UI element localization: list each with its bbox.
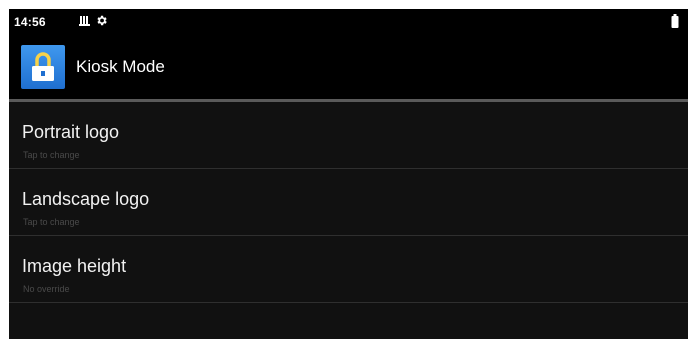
battery-icon xyxy=(671,14,679,28)
pref-summary: No override xyxy=(23,284,70,294)
pref-title: Portrait logo xyxy=(22,122,120,142)
lock-icon xyxy=(32,52,54,81)
pref-title: Landscape logo xyxy=(22,189,150,209)
pref-landscape-logo[interactable]: Landscape logo Tap to change xyxy=(9,169,688,236)
preference-list: Portrait logo Tap to change Landscape lo… xyxy=(9,102,688,303)
app-icon xyxy=(21,45,65,89)
action-bar: Kiosk Mode xyxy=(9,35,688,102)
notification-icon xyxy=(79,16,90,26)
pref-portrait-logo[interactable]: Portrait logo Tap to change xyxy=(9,102,688,169)
settings-icon xyxy=(97,15,107,26)
pref-summary: Tap to change xyxy=(23,217,80,227)
app-title: Kiosk Mode xyxy=(76,57,165,76)
device-screen: 14:56 Kiosk Mode Portrait logo Tap to ch… xyxy=(9,9,688,339)
pref-image-height[interactable]: Image height No override xyxy=(9,236,688,303)
status-time: 14:56 xyxy=(14,15,46,29)
status-bar: 14:56 xyxy=(9,9,688,35)
pref-title: Image height xyxy=(22,256,127,276)
pref-summary: Tap to change xyxy=(23,150,80,160)
